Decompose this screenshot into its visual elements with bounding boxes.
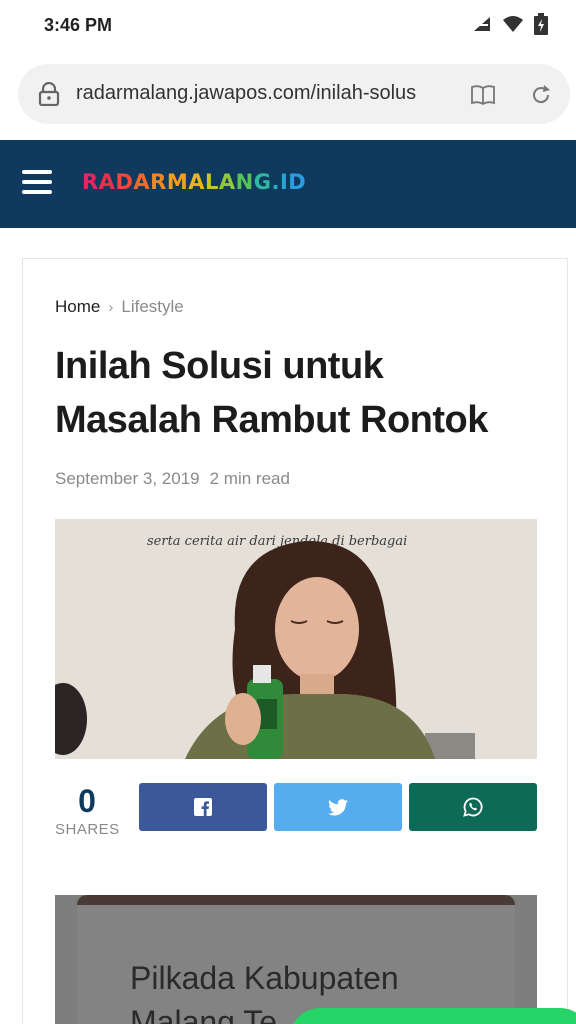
twitter-icon [328,798,348,815]
logo-letter: R [150,170,167,194]
logo-letter: A [98,170,116,194]
reader-mode-icon[interactable] [470,84,496,106]
logo-letter: A [133,170,151,194]
status-time: 3:46 PM [44,15,113,35]
lock-icon [38,82,60,106]
logo-letter: M [166,170,189,194]
logo-letter: N [235,170,254,194]
logo-letter: D [288,170,307,194]
logo-letter: L [204,170,219,194]
facebook-share-button[interactable] [139,783,267,831]
site-logo[interactable]: RADARMALANG.ID [82,170,306,194]
wifi-icon [503,16,523,32]
facebook-icon [194,798,212,816]
address-bar[interactable]: radarmalang.jawapos.com/inilah-solus [18,64,570,124]
logo-letter: G [253,170,272,194]
url-text[interactable]: radarmalang.jawapos.com/inilah-solus [76,82,446,105]
article-hero-image: serta cerita air dari jendela di berbaga… [55,519,537,759]
article-title: Inilah Solusi untuk Masalah Rambut Ronto… [55,345,488,441]
logo-letter: . [271,170,280,194]
logo-letter: A [218,170,236,194]
whatsapp-share-button[interactable] [409,783,537,831]
menu-icon[interactable] [22,170,52,194]
battery-icon [534,13,548,35]
floating-action-button[interactable] [290,1008,576,1024]
logo-letter: A [188,170,205,194]
article-date: September 3, 2019 [55,469,200,488]
whatsapp-icon [463,797,483,817]
share-count: 0 [78,783,96,819]
twitter-share-button[interactable] [274,783,402,831]
breadcrumb-home[interactable]: Home [55,297,100,317]
breadcrumb: Home › Lifestyle [55,297,184,317]
hero-photo: serta cerita air dari jendela di berbaga… [55,519,537,759]
logo-letter: R [82,170,99,194]
breadcrumb-category[interactable]: Lifestyle [121,297,183,317]
status-bar: 3:46 PM [0,0,576,54]
logo-letter: D [115,170,134,194]
hero-wall-text: serta cerita air dari jendela di berbaga… [147,534,407,549]
status-icons [472,13,548,35]
article-meta: September 3, 2019 2 min read [55,469,290,489]
signal-icon [474,17,490,31]
site-header: RADARMALANG.ID [0,140,576,228]
article-card: Home › Lifestyle Inilah Solusi untuk Mas… [22,258,568,1024]
reload-icon[interactable] [530,84,552,106]
share-counter: 0 SHARES [55,781,119,838]
share-label: SHARES [55,821,120,838]
breadcrumb-separator: › [108,298,114,316]
article-read-time: 2 min read [209,469,290,488]
